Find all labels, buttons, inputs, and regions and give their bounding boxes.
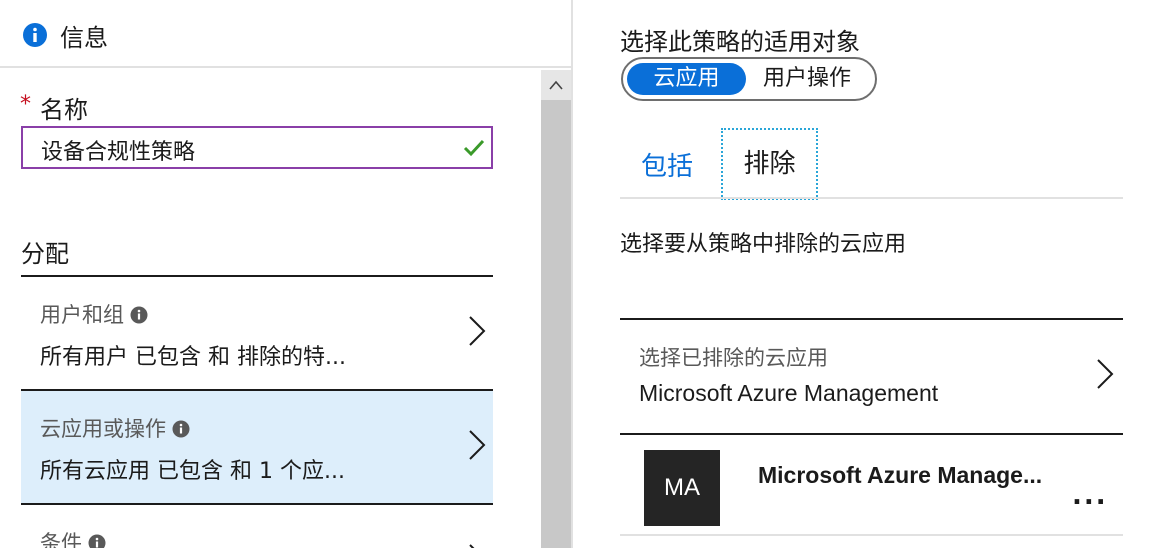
info-icon[interactable]	[130, 305, 148, 324]
chevron-right-icon	[467, 543, 487, 548]
scroll-up-button[interactable]	[541, 70, 571, 100]
divider	[620, 197, 1123, 199]
list-item[interactable]: MA Microsoft Azure Manage... ...	[620, 436, 1123, 536]
divider	[620, 433, 1123, 435]
assign-heading: 分配	[21, 240, 69, 268]
chevron-right-icon	[467, 429, 487, 461]
chevron-right-icon	[467, 315, 487, 347]
assign-item-value: 所有云应用 已包含 和 1 个应...	[40, 459, 345, 484]
select-excluded-apps[interactable]: 选择已排除的云应用 Microsoft Azure Management	[620, 320, 1123, 434]
assign-item-cloud-apps[interactable]: 云应用或操作 所有云应用 已包含 和 1 个应...	[21, 391, 493, 505]
required-marker: *	[20, 92, 31, 117]
scrollbar[interactable]	[541, 70, 571, 548]
select-excluded-apps-value: Microsoft Azure Management	[639, 380, 939, 406]
assign-item-conditions[interactable]: 条件	[21, 505, 493, 548]
info-icon	[22, 22, 48, 48]
pane-header: 信息	[0, 0, 571, 68]
tab-exclude[interactable]: 排除	[721, 128, 818, 200]
assign-item-value: 所有用户 已包含 和 排除的特...	[40, 345, 346, 370]
chevron-right-icon	[1095, 358, 1115, 390]
toggle-option-cloud-apps[interactable]: 云应用	[627, 63, 746, 95]
pane-title: 信息	[60, 24, 108, 52]
policy-name-input[interactable]: 设备合规性策略	[21, 126, 493, 169]
assign-item-label: 用户和组	[40, 299, 148, 329]
more-options-button[interactable]: ...	[1072, 483, 1108, 509]
app-avatar: MA	[644, 450, 720, 526]
target-title: 选择此策略的适用对象	[620, 28, 860, 56]
name-label: 名称	[40, 96, 88, 124]
assign-item-users-groups[interactable]: 用户和组 所有用户 已包含 和 排除的特...	[21, 277, 493, 391]
exclude-description: 选择要从策略中排除的云应用	[620, 232, 907, 257]
chevron-up-icon	[549, 80, 563, 90]
check-icon	[463, 138, 485, 158]
toggle-option-user-actions[interactable]: 用户操作	[763, 63, 851, 95]
select-excluded-apps-label: 选择已排除的云应用	[639, 346, 828, 370]
info-icon[interactable]	[88, 533, 106, 548]
assign-item-label: 条件	[40, 527, 106, 548]
info-icon[interactable]	[172, 419, 190, 438]
cloud-apps-pane: 选择此策略的适用对象 云应用 用户操作 包括 排除 选择要从策略中排除的云应用 …	[573, 0, 1153, 548]
policy-name-value[interactable]: 设备合规性策略	[41, 134, 195, 166]
app-name: Microsoft Azure Manage...	[758, 462, 1043, 488]
target-type-toggle[interactable]: 云应用 用户操作	[621, 57, 877, 101]
info-pane: 信息 * 名称 设备合规性策略 分配 用户和组 所有用户 已包含 和 排除的特.…	[0, 0, 571, 548]
assign-item-label: 云应用或操作	[40, 413, 190, 443]
tab-include[interactable]: 包括	[641, 146, 693, 183]
